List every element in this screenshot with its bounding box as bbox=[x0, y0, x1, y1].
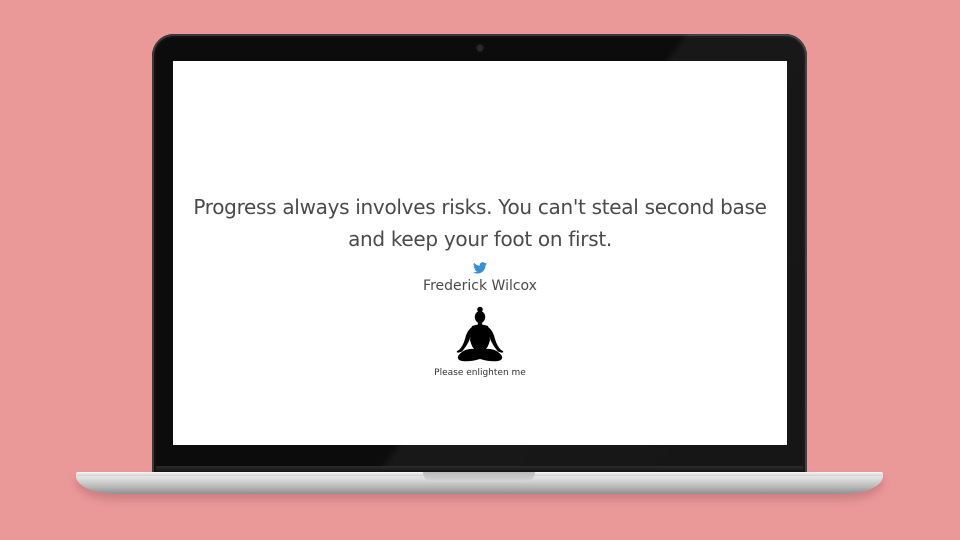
quote-text: Progress always involves risks. You can'… bbox=[193, 195, 767, 251]
webcam bbox=[477, 45, 483, 51]
quote-author: Frederick Wilcox bbox=[423, 278, 537, 294]
laptop-mockup: Progress always involves risks. You can'… bbox=[0, 0, 960, 540]
enlighten-button[interactable]: Please enlighten me bbox=[410, 306, 550, 378]
quote-block: Progress always involves risks. You can'… bbox=[173, 191, 787, 378]
laptop-notch bbox=[423, 472, 535, 482]
quote-screen: Progress always involves risks. You can'… bbox=[173, 61, 787, 445]
enlighten-label: Please enlighten me bbox=[434, 368, 526, 378]
meditation-figure-icon bbox=[456, 306, 504, 362]
tweet-button[interactable] bbox=[473, 262, 487, 274]
twitter-bird-icon bbox=[473, 262, 487, 274]
